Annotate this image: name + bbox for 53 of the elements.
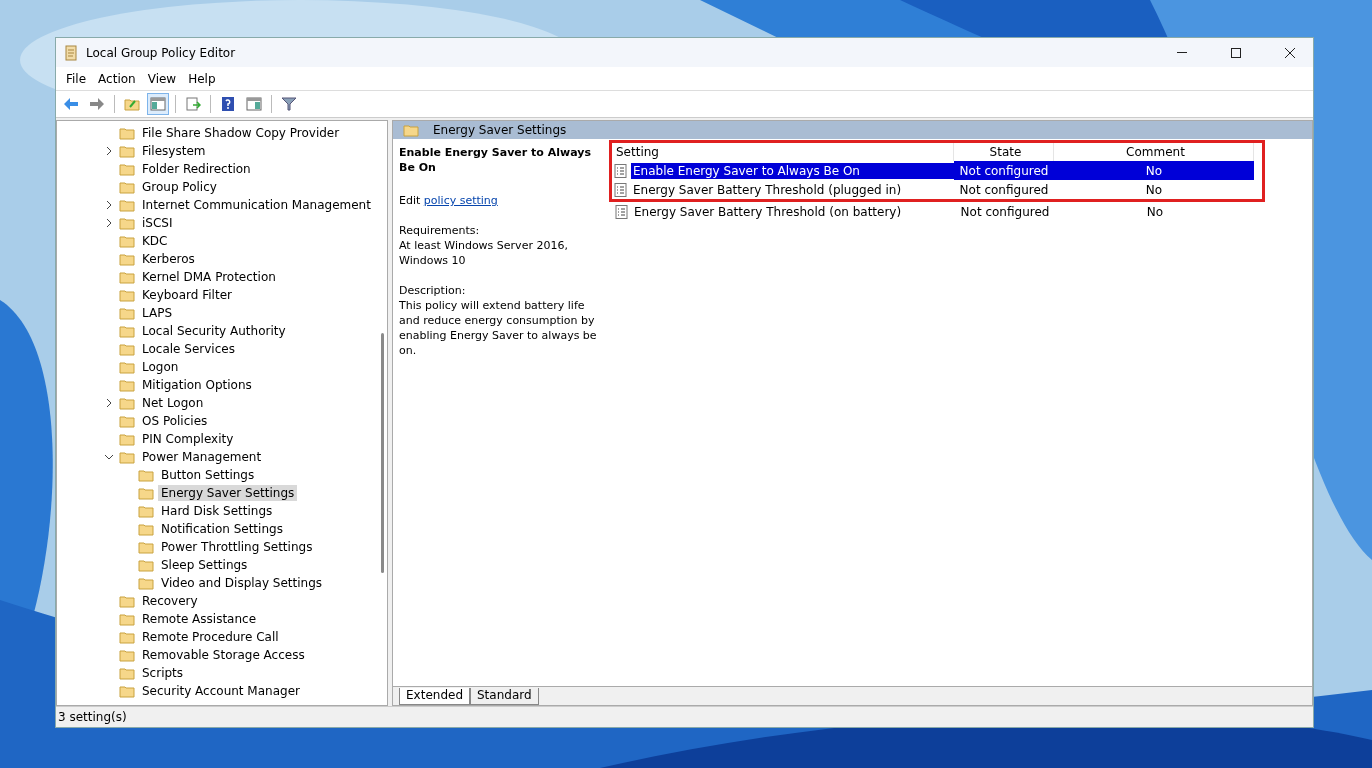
menu-item[interactable]: Action [92,71,142,86]
tree-item[interactable]: iSCSI [139,215,176,231]
tree-item[interactable]: Local Security Authority [139,323,289,339]
tree-item[interactable]: Power Throttling Settings [158,539,316,555]
tree-item[interactable]: Removable Storage Access [139,647,308,663]
tree-item[interactable]: KDC [139,233,171,249]
tree-item[interactable]: Folder Redirection [139,161,254,177]
setting-name[interactable]: Energy Saver Battery Threshold (on battery) [632,203,955,220]
description-label: Description: [399,283,467,298]
table-cell: Not configured [954,161,1054,180]
tree-item[interactable]: Notification Settings [158,521,286,537]
tree-item[interactable]: File Share Shadow Copy Provider [139,125,343,141]
tree-item[interactable]: Remote Assistance [139,611,260,627]
tree-item[interactable]: Energy Saver Settings [158,485,298,501]
menu-item[interactable]: File [60,71,93,86]
tree-item[interactable]: PIN Complexity [139,431,237,447]
menu-item[interactable]: View [141,71,183,86]
view-tab[interactable]: Standard [470,688,539,705]
status-text: 3 setting(s) [58,710,127,724]
tree-item[interactable]: Filesystem [139,143,209,159]
tree-item[interactable]: Recovery [139,593,201,609]
description-text: This policy will extend battery life and reduce energy consumption by enabling Energy Saver to always be on. [399,298,598,358]
policy-setting-link[interactable]: policy setting [423,194,498,207]
tree-item[interactable]: Group Policy [139,179,220,195]
policy-title: Enable Energy Saver to Always Be On [399,145,592,175]
requirements-label: Requirements: [399,223,481,238]
tree-item[interactable]: Button Settings [158,467,258,483]
tree-item[interactable]: Video and Display Settings [158,575,326,591]
tree-item[interactable]: OS Policies [139,413,211,429]
view-tab[interactable]: Extended [399,688,470,705]
tree-item[interactable]: Security Account Manager [139,683,303,699]
setting-name[interactable]: Enable Energy Saver to Always Be On [631,162,954,179]
tree-item[interactable]: Hard Disk Settings [158,503,276,519]
pane-title: Energy Saver Settings [433,123,567,137]
tree-item[interactable]: LAPS [139,305,176,321]
tree-item[interactable]: Kerberos [139,251,198,267]
tree-item[interactable]: Locale Services [139,341,238,357]
table-cell: No [1054,161,1254,180]
tree-item[interactable]: Scripts [139,665,187,681]
tree-item[interactable]: Mitigation Options [139,377,255,393]
tree-item[interactable]: Logon [139,359,182,375]
tree-item[interactable]: Remote Procedure Call [139,629,282,645]
requirements-text: At least Windows Server 2016, Windows 10 [399,238,569,268]
setting-name[interactable]: Energy Saver Battery Threshold (plugged in) [631,181,954,198]
window-title: Local Group Policy Editor [86,45,237,60]
tree-item[interactable]: Keyboard Filter [139,287,235,303]
tree-item[interactable]: Internet Communication Management [139,197,374,213]
tree-item[interactable]: Sleep Settings [158,557,251,573]
tree-item[interactable]: Kernel DMA Protection [139,269,279,285]
tree-item[interactable]: Power Management [139,449,265,465]
menu-item[interactable]: Help [182,71,222,86]
tree-item[interactable]: Net Logon [139,395,207,411]
edit-label: Edit [399,194,421,207]
